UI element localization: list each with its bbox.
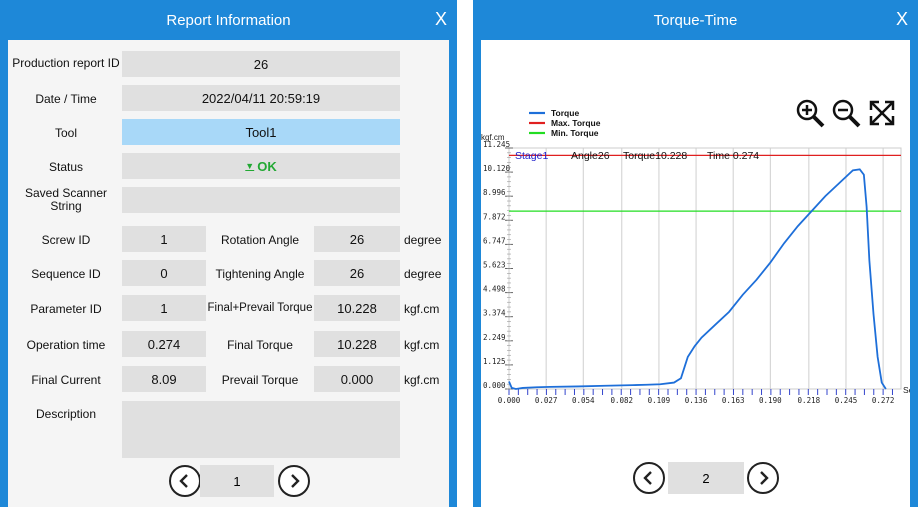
final-current-label: Final Current xyxy=(31,373,101,387)
y-tick-label: 3.374 xyxy=(483,309,506,318)
x-tick-label: 0.027 xyxy=(535,396,558,405)
x-tick-label: 0.054 xyxy=(572,396,595,405)
legend-label: Max. Torque xyxy=(551,118,601,128)
x-tick-label: 0.109 xyxy=(648,396,671,405)
scanner-label: Saved Scanner String xyxy=(24,186,108,213)
legend-label: Min. Torque xyxy=(551,128,599,138)
rotation-angle-unit: degree xyxy=(404,233,442,247)
tightening-angle-unit: degree xyxy=(404,267,442,281)
torque-annotation: Torque10.228 xyxy=(623,150,687,162)
report-body: Production report ID 26 Date / Time 2022… xyxy=(8,40,449,507)
final-torque-label: Final Torque xyxy=(227,338,293,352)
close-icon[interactable]: X xyxy=(896,8,908,30)
chevron-left-icon xyxy=(643,471,652,485)
tightening-angle-value: 26 xyxy=(314,260,400,286)
y-tick-label: 5.623 xyxy=(483,260,506,269)
y-tick-label: 0.000 xyxy=(483,381,506,390)
rotation-angle-label: Rotation Angle xyxy=(220,233,300,247)
status-value: ▼ OK xyxy=(122,153,400,179)
report-id-value: 26 xyxy=(122,51,400,77)
chevron-right-icon xyxy=(291,474,300,488)
time-annotation: Time 0.274 xyxy=(707,150,759,162)
panel-gap xyxy=(457,0,473,507)
final-prevail-torque-value: 10.228 xyxy=(314,295,400,321)
description-value[interactable] xyxy=(122,401,400,458)
final-prevail-torque-label: Final+Prevail Torque xyxy=(207,302,313,314)
x-tick-label: 0.163 xyxy=(722,396,745,405)
rotation-angle-value: 26 xyxy=(314,226,400,252)
x-tick-label: 0.136 xyxy=(685,396,708,405)
prevail-torque-unit: kgf.cm xyxy=(404,373,440,387)
chart-panel-title: Torque-Time xyxy=(653,11,738,29)
status-text: OK xyxy=(257,158,277,174)
y-tick-label: 10.120 xyxy=(483,164,511,173)
prev-page-button[interactable] xyxy=(169,465,201,497)
scanner-value xyxy=(122,187,400,213)
sequence-id-label: Sequence ID xyxy=(31,267,101,281)
y-tick-label: 2.249 xyxy=(483,333,506,342)
final-current-value: 8.09 xyxy=(122,366,206,392)
y-tick-label: 1.125 xyxy=(483,357,506,366)
x-tick-label: 0.218 xyxy=(798,396,821,405)
sequence-id-value: 0 xyxy=(122,260,206,286)
next-page-button[interactable] xyxy=(278,465,310,497)
operation-time-value: 0.274 xyxy=(122,331,206,357)
prev-chart-button[interactable] xyxy=(633,462,665,494)
y-tick-label: 7.872 xyxy=(483,212,506,221)
final-prevail-torque-unit: kgf.cm xyxy=(404,302,440,316)
angle-annotation: Angle26 xyxy=(571,150,610,162)
operation-time-label: Operation time xyxy=(26,338,106,352)
report-id-label: Production report ID xyxy=(12,56,120,70)
status-marker-icon: ▼ xyxy=(245,161,255,171)
tool-value[interactable]: Tool1 xyxy=(122,119,400,145)
prevail-torque-label: Prevail Torque xyxy=(221,373,299,387)
chart-page-number: 2 xyxy=(668,462,744,494)
chevron-right-icon xyxy=(760,471,769,485)
report-title: Report Information xyxy=(166,11,291,29)
y-tick-label: 4.498 xyxy=(483,285,506,294)
report-information-panel: Report Information X Production report I… xyxy=(0,0,457,507)
prevail-torque-value: 0.000 xyxy=(314,366,400,392)
chart-panel-body: 0.000 0.027 0.054 0.082 0.109 0.136 0.163 0.190… xyxy=(481,40,910,507)
chevron-left-icon xyxy=(179,474,188,488)
datetime-value: 2022/04/11 20:59:19 xyxy=(122,85,400,111)
page-number: 1 xyxy=(200,465,274,497)
y-tick-label: 6.747 xyxy=(483,236,506,245)
datetime-label: Date / Time xyxy=(35,92,97,106)
stage-annotation: Stage1 xyxy=(515,150,548,162)
x-tick-label: 0.082 xyxy=(610,396,633,405)
torque-time-chart: 0.000 0.027 0.054 0.082 0.109 0.136 0.163 0.190… xyxy=(481,108,910,405)
status-label: Status xyxy=(48,160,84,174)
x-tick-label: 0.190 xyxy=(759,396,782,405)
x-tick-label: 0.272 xyxy=(872,396,895,405)
final-torque-value: 10.228 xyxy=(314,331,400,357)
plot-frame xyxy=(508,147,902,390)
y-tick-label: 8.996 xyxy=(483,188,506,197)
x-axis-label: Sec xyxy=(903,385,910,395)
tool-label: Tool xyxy=(54,126,77,140)
parameter-id-label: Parameter ID xyxy=(30,302,102,316)
y-axis-label: kgf.cm xyxy=(481,133,505,142)
next-chart-button[interactable] xyxy=(747,462,779,494)
x-tick-label: 0.000 xyxy=(498,396,521,405)
close-icon[interactable]: X xyxy=(435,8,447,30)
x-tick-label: 0.245 xyxy=(835,396,858,405)
torque-time-panel: Torque-Time X 0.000 0.027 0.054 0.082 0.109 0… xyxy=(473,0,918,507)
legend-label: Torque xyxy=(551,108,579,118)
description-label: Description xyxy=(35,407,97,421)
screw-id-value: 1 xyxy=(122,226,206,252)
final-torque-unit: kgf.cm xyxy=(404,338,440,352)
tightening-angle-label: Tightening Angle xyxy=(215,267,305,281)
parameter-id-value: 1 xyxy=(122,295,206,321)
screw-id-label: Screw ID xyxy=(41,233,91,247)
